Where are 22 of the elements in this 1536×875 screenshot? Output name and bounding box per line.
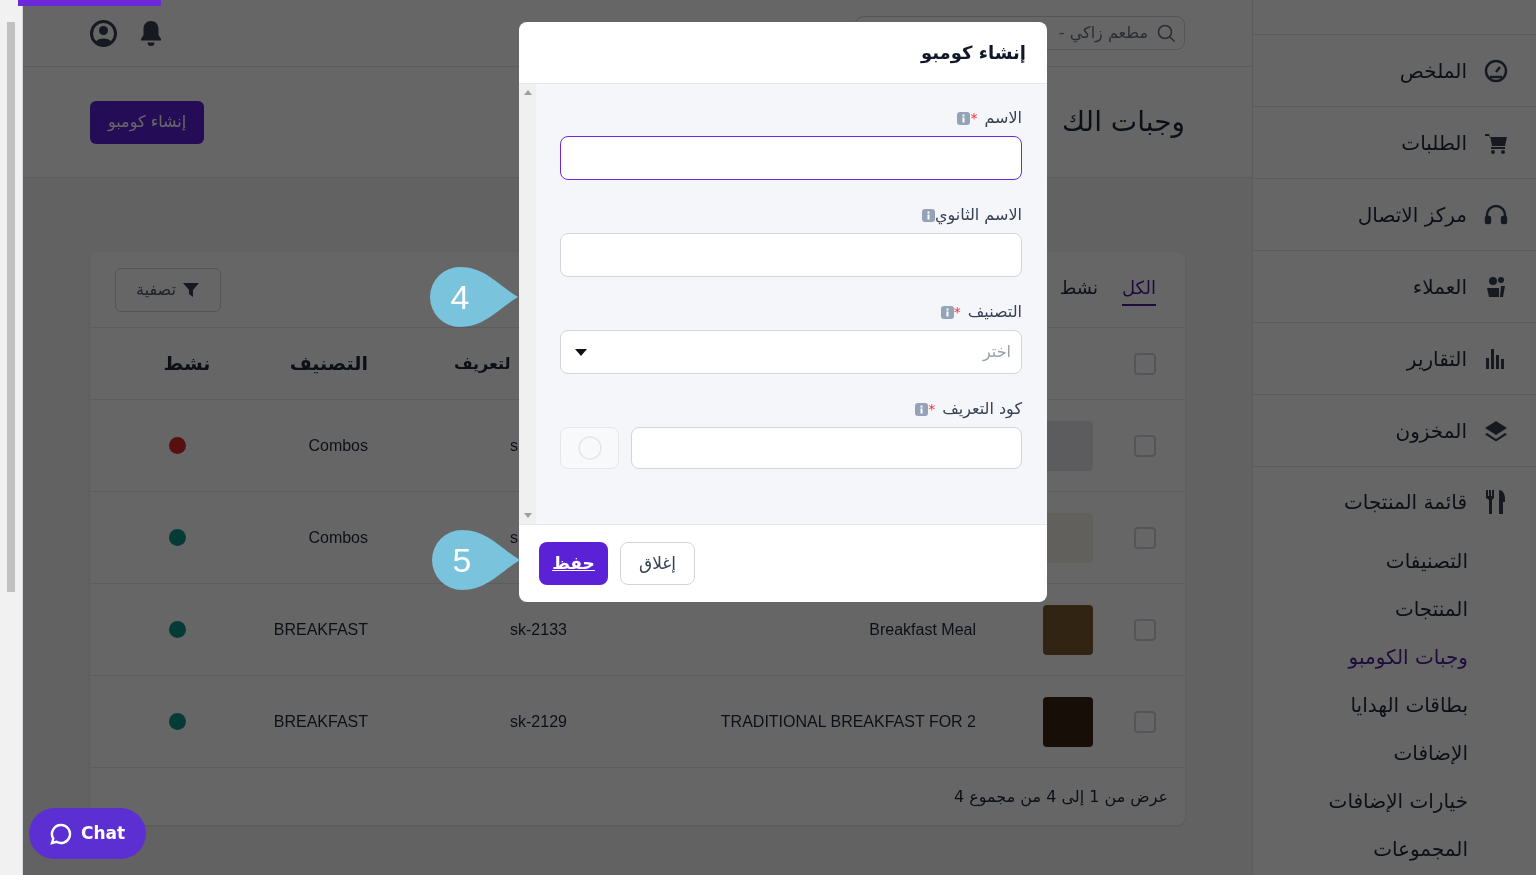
pagination-text: عرض من 1 إلى 4 من مجموع 4 xyxy=(954,785,1168,809)
table-cell-text: TRADITIONAL BREAKFAST FOR 2 xyxy=(720,711,976,732)
field-label: الاسم xyxy=(984,107,1022,129)
required-mark: * xyxy=(928,399,936,419)
table-cell-text: s xyxy=(510,527,518,548)
table-cell-text: BREAKFAST xyxy=(273,711,368,732)
table-cell-text: Combos xyxy=(308,527,368,548)
table-cell-text: BREAKFAST xyxy=(273,619,368,640)
column-header: نشط xyxy=(163,351,211,377)
column-header: لتعريف xyxy=(454,352,511,375)
required-mark: * xyxy=(953,302,961,322)
table-cell-text: s xyxy=(510,435,518,456)
column-header: التصنيف xyxy=(289,351,368,377)
page-title: وجبات الك xyxy=(1062,104,1185,140)
required-mark: * xyxy=(970,108,978,128)
table-cell-text: sk-2129 xyxy=(510,711,567,732)
table-cell-text: Breakfast Meal xyxy=(869,619,976,640)
field-label: الاسم الثانوي xyxy=(935,204,1022,227)
table-cell-text: Combos xyxy=(308,435,368,456)
table-cell-text: sk-2133 xyxy=(510,619,567,640)
field-label: كود التعريف xyxy=(942,398,1022,421)
field-label: التصنيف xyxy=(967,301,1022,323)
